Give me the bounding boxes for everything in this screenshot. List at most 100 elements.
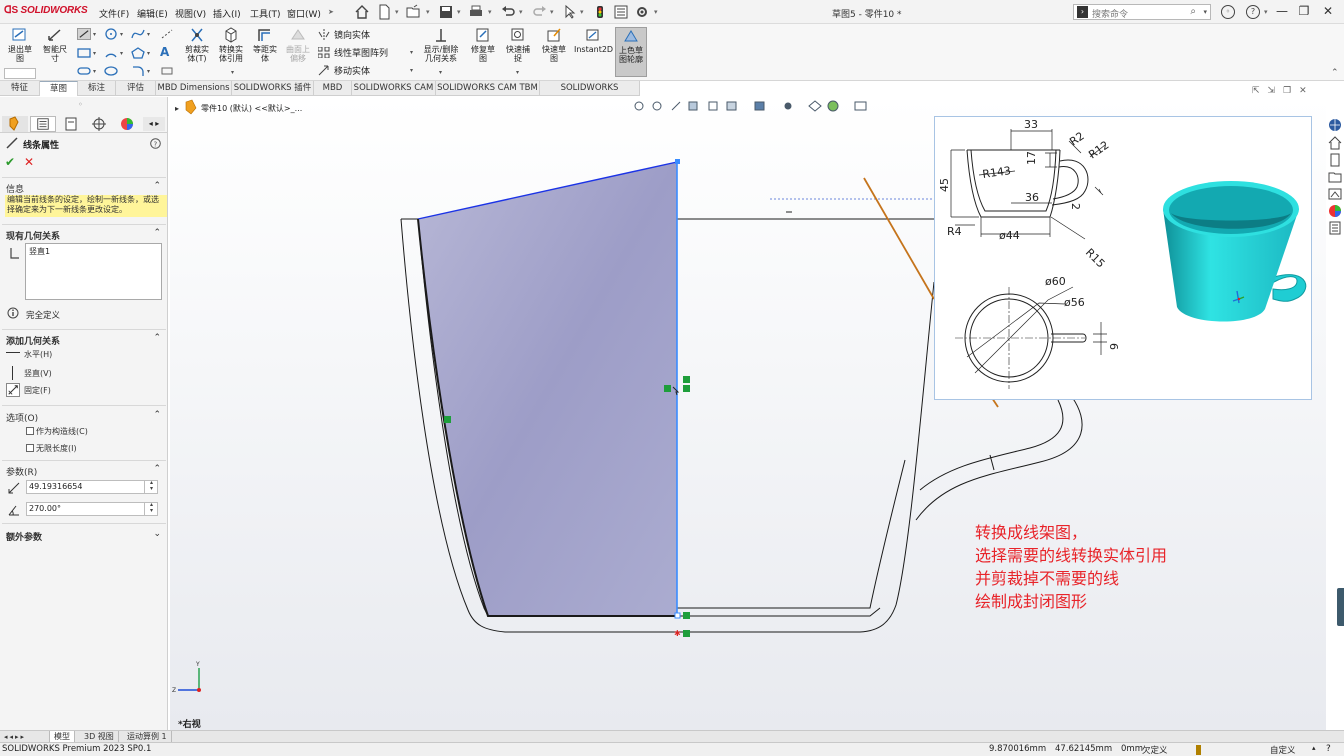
slot-tool-icon[interactable] (77, 65, 91, 77)
construction-tool-icon[interactable] (160, 28, 174, 40)
view-orientation-icon[interactable] (726, 101, 737, 111)
tab-mbd-dimensions[interactable]: MBD Dimensions (156, 81, 232, 96)
menu-view[interactable]: 视图(V) (175, 7, 206, 20)
menu-tools[interactable]: 工具(T) (250, 7, 281, 20)
file-properties-icon[interactable] (613, 4, 629, 20)
circle-tool-icon[interactable] (104, 28, 118, 40)
tab-solidworks-cam-tbm[interactable]: SOLIDWORKS CAM TBM (436, 81, 540, 96)
side-pane-handle[interactable] (1337, 588, 1344, 626)
solidworks-logo[interactable]: ꓷS SOLIDWORKS (4, 5, 88, 16)
chevron-down-icon[interactable]: ▾ (1203, 8, 1207, 16)
mirror-entities-button[interactable]: 镜向实体 (318, 28, 370, 42)
linear-pattern-button[interactable]: 线性草图阵列 (318, 46, 388, 60)
collapse-existing-relations-icon[interactable]: ⌃ (153, 228, 161, 238)
home-icon[interactable] (1328, 136, 1342, 150)
offset-entities-button[interactable]: 等距实 体 (250, 27, 280, 77)
display-style-icon[interactable] (754, 101, 765, 111)
tab-mbd[interactable]: MBD (314, 81, 352, 96)
ellipse-tool-icon[interactable] (104, 65, 118, 77)
display-manager-tab-icon[interactable] (114, 116, 140, 132)
design-library-icon[interactable] (1328, 153, 1342, 167)
collapse-add-relations-icon[interactable]: ⌃ (153, 333, 161, 343)
relation-glyph[interactable] (683, 630, 690, 637)
minimize-button[interactable]: — (1272, 4, 1292, 20)
smart-dimension-button[interactable]: 智能尺 寸 (40, 27, 70, 77)
property-manager-tab-icon[interactable] (30, 116, 56, 132)
collapse-parameters-icon[interactable]: ⌃ (153, 464, 161, 474)
menu-file[interactable]: 文件(F) (99, 7, 129, 20)
ok-check-button[interactable]: ✔ (5, 155, 15, 169)
length-input[interactable]: 49.19316654 (26, 480, 158, 494)
move-entities-button[interactable]: 移动实体 (318, 64, 370, 78)
tree-breadcrumb[interactable]: 零件10 (默认) <<默认>_... (201, 103, 302, 113)
zoom-area-icon[interactable] (652, 101, 662, 111)
appearances-icon[interactable] (1328, 204, 1342, 218)
rectangle-tool-icon[interactable] (77, 47, 91, 59)
tab-sketch[interactable]: 草图 (40, 81, 78, 96)
edit-appearance-icon[interactable] (808, 100, 822, 112)
open-icon[interactable] (405, 4, 421, 20)
handle-outer[interactable] (915, 396, 1083, 521)
collapse-info-icon[interactable]: ⌃ (153, 181, 161, 191)
status-help-icon[interactable]: ? (1326, 744, 1331, 754)
rapid-sketch-button[interactable]: 快速草 图 (539, 27, 569, 77)
graphics-window-controls[interactable]: ⇱⇲❐✕ (1252, 86, 1315, 96)
sketch-plane-dropdown[interactable] (4, 68, 36, 79)
relation-glyph[interactable] (444, 416, 451, 423)
apply-scene-icon[interactable] (827, 100, 839, 112)
help-icon[interactable]: ? (150, 138, 161, 149)
restore-button[interactable]: ❐ (1294, 4, 1314, 20)
menu-pin-icon[interactable]: ➤ (328, 8, 334, 16)
checkbox[interactable] (26, 427, 34, 435)
list-item[interactable]: 竖直1 (29, 247, 50, 256)
checkbox[interactable] (26, 444, 34, 452)
menu-insert[interactable]: 插入(I) (213, 7, 241, 20)
surface-offset-button[interactable]: 曲面上 偏移 (283, 27, 313, 77)
undo-icon[interactable] (500, 4, 516, 20)
collapse-ribbon-icon[interactable]: ⌃ (1331, 68, 1339, 78)
menu-edit[interactable]: 编辑(E) (137, 7, 168, 20)
spline-tool-icon[interactable] (131, 28, 145, 40)
units-dropdown-icon[interactable]: ▴ (1312, 744, 1316, 752)
tab-solidworks-inspection[interactable]: SOLIDWORKS Inspection (540, 81, 640, 108)
previous-view-icon[interactable] (671, 101, 681, 111)
plane-tool-icon[interactable] (160, 65, 174, 77)
redo-icon[interactable] (532, 4, 548, 20)
length-spinner[interactable]: ▴ ▾ (144, 480, 158, 494)
for-construction-checkbox[interactable]: 作为构造线(C) (26, 426, 88, 437)
user-account-icon[interactable]: ◦ (1221, 5, 1235, 19)
new-document-icon[interactable] (376, 4, 392, 20)
solidworks-resources-icon[interactable] (1328, 118, 1342, 132)
tab-markup[interactable]: 标注 (78, 81, 116, 96)
file-explorer-icon[interactable] (1328, 170, 1342, 184)
rebuild-indicator-icon[interactable] (1196, 745, 1201, 755)
print-icon[interactable] (468, 4, 484, 20)
tab-evaluate[interactable]: 评估 (116, 81, 156, 96)
help-icon[interactable]: ? (1246, 5, 1260, 19)
search-icon[interactable]: ⌕ (1190, 6, 1196, 17)
add-vertical-relation[interactable]: 竖直(V) (6, 366, 52, 380)
add-fix-relation[interactable]: 固定(F) (6, 383, 51, 397)
dynamic-annotation-icon[interactable] (708, 101, 718, 111)
angle-input[interactable]: 270.00° (26, 502, 158, 516)
feature-manager-tab-icon[interactable] (2, 116, 28, 132)
expand-tree-arrow-icon[interactable]: ▸ (175, 104, 179, 113)
angle-spinner[interactable]: ▴ ▾ (144, 502, 158, 516)
section-line[interactable] (863, 177, 935, 300)
view-palette-icon[interactable] (1328, 187, 1342, 201)
dimxpert-tab-icon[interactable] (86, 116, 112, 132)
collapse-options-icon[interactable]: ⌃ (153, 410, 161, 420)
shaded-sketch-region[interactable] (418, 162, 677, 616)
handle-inner[interactable] (919, 399, 1064, 491)
existing-relations-list[interactable]: 竖直1 (25, 243, 162, 300)
relation-glyph[interactable] (683, 612, 690, 619)
rebuild-icon[interactable] (592, 4, 608, 20)
select-icon[interactable] (562, 4, 578, 20)
polygon-tool-icon[interactable] (131, 47, 145, 59)
text-tool-icon[interactable]: A (160, 45, 174, 59)
close-button[interactable]: ✕ (1318, 4, 1338, 20)
tab-features[interactable]: 特征 (0, 81, 40, 96)
instant2d-button[interactable]: Instant2D (574, 27, 613, 77)
units-selector[interactable]: 自定义 (1270, 744, 1296, 756)
save-icon[interactable] (438, 4, 454, 20)
